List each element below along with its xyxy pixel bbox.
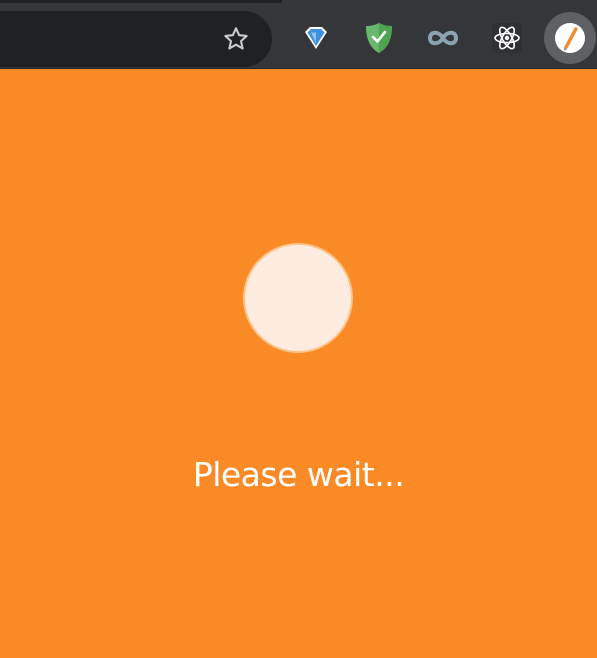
loading-spinner: [243, 243, 353, 353]
tab-strip: [0, 0, 282, 3]
browser-toolbar: [0, 0, 597, 69]
infinity-icon[interactable]: [423, 18, 463, 58]
react-atom-icon[interactable]: [487, 18, 527, 58]
profile-avatar-icon[interactable]: [544, 12, 596, 64]
page-content: Please wait...: [0, 69, 597, 658]
diamond-extension-icon[interactable]: [296, 18, 336, 58]
please-wait-text: Please wait...: [192, 455, 405, 494]
adguard-shield-icon[interactable]: [359, 18, 399, 58]
bookmark-star-icon[interactable]: [216, 22, 256, 56]
